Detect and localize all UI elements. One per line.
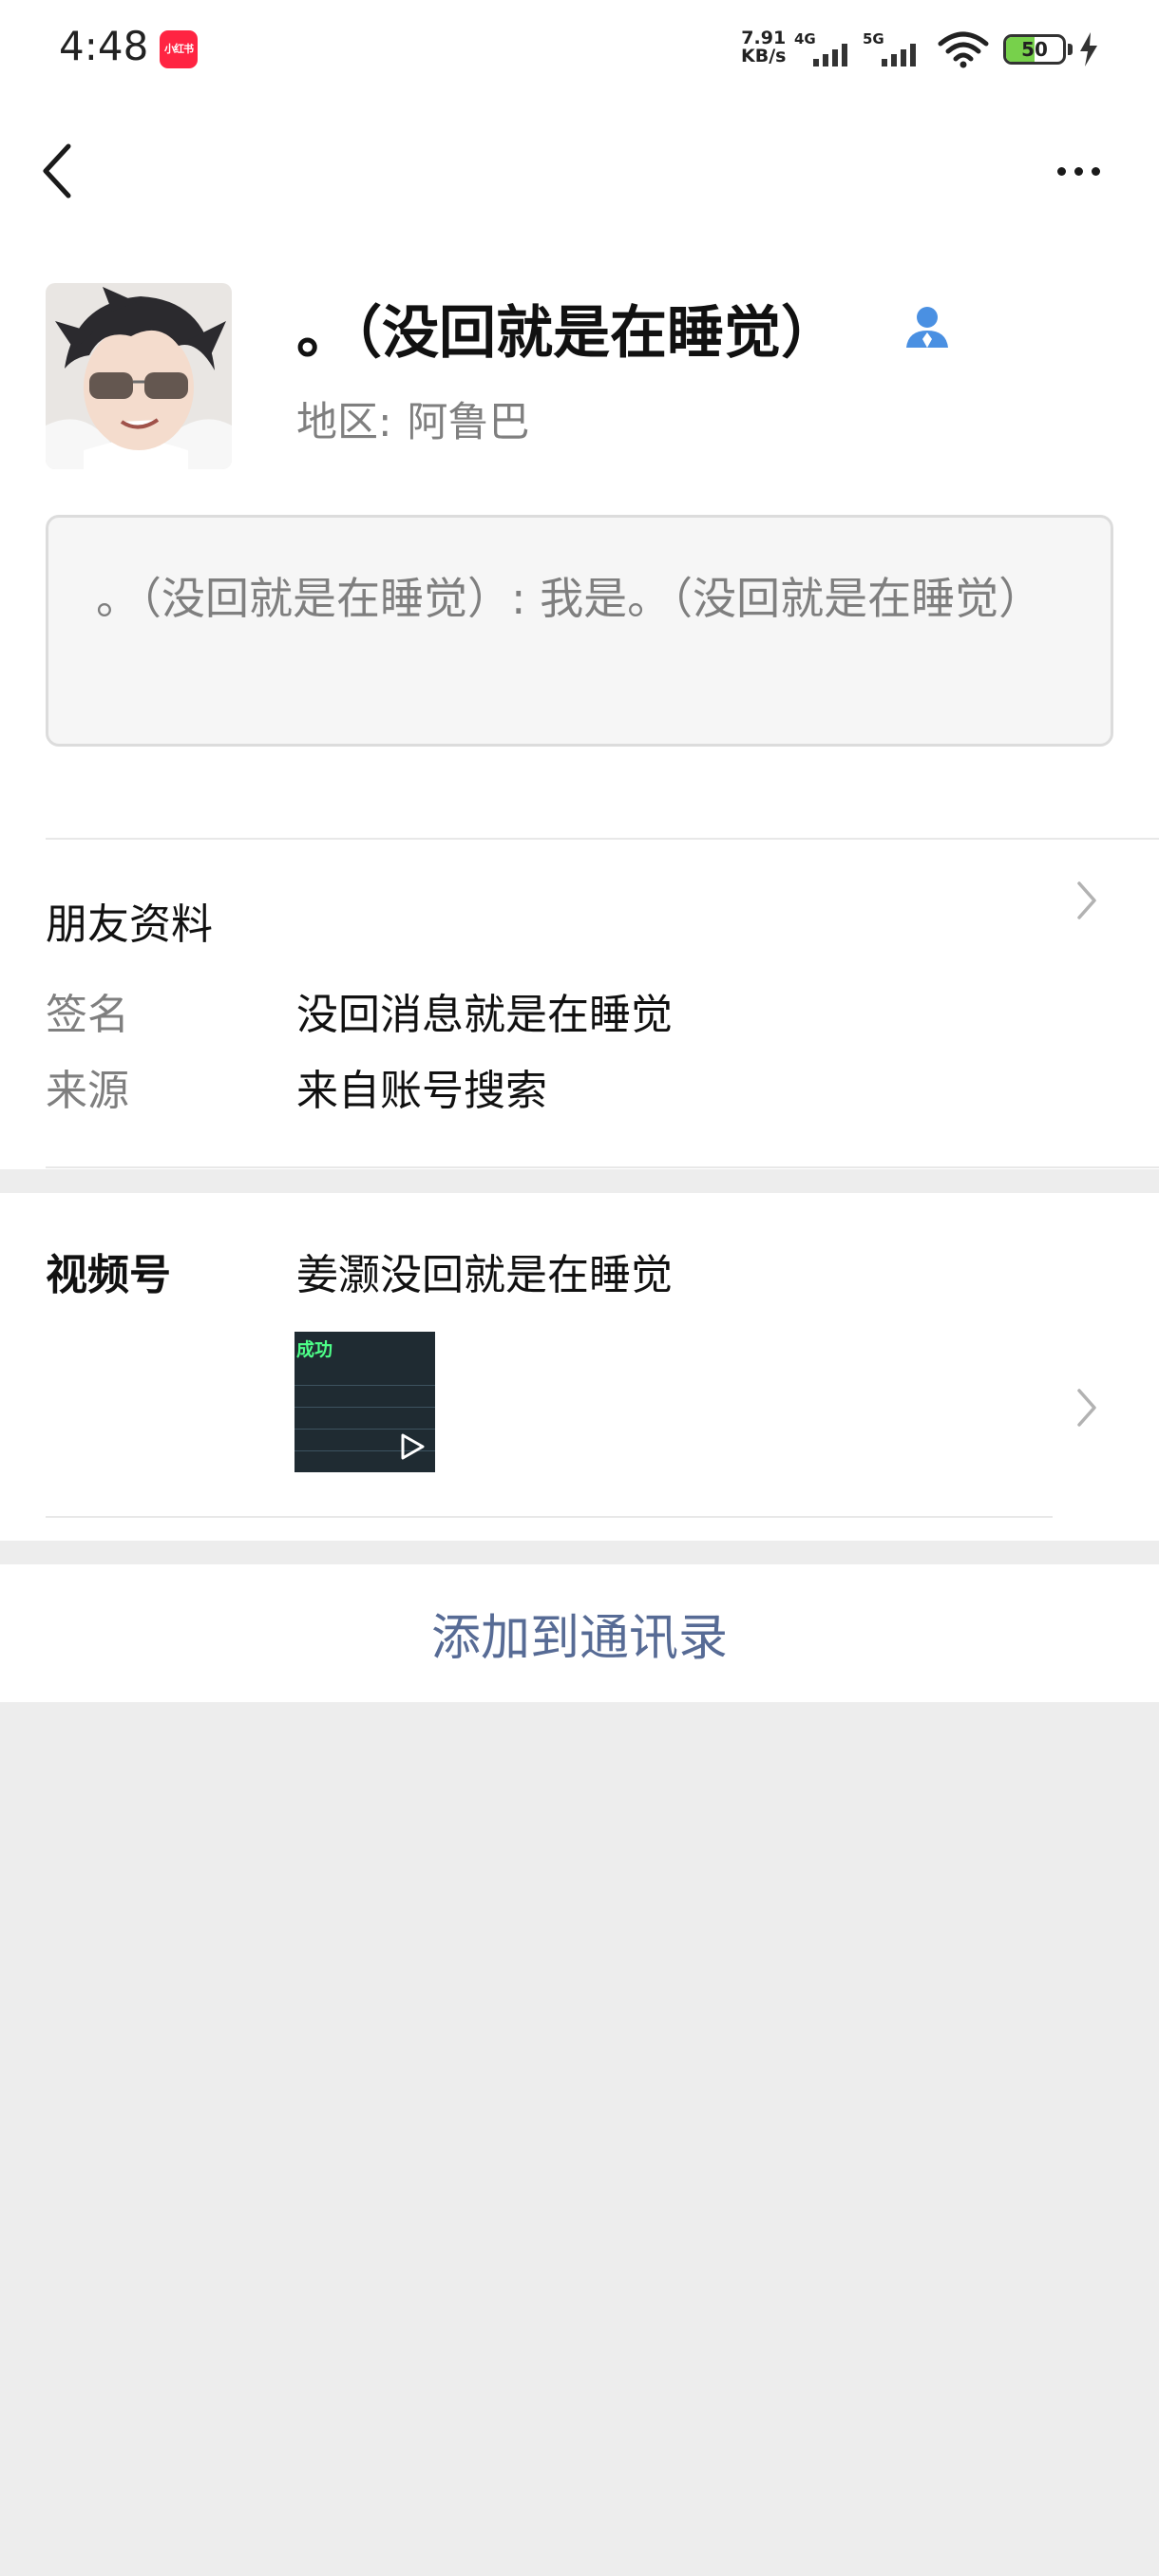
contact-region: 地区: 阿鲁巴 [296,389,530,448]
wifi-icon [938,31,989,68]
friend-request-text: 。（没回就是在睡觉）: 我是。（没回就是在睡觉） [96,573,1043,624]
thumbnail-title: 成功 [296,1339,333,1360]
battery-icon: 50 [1003,34,1066,65]
contact-nickname: 。（没回就是在睡觉） [296,300,838,367]
channels-label: 视频号 [46,1251,171,1299]
contact-profile-page: 4:48 小红书 7.91 KB/s 4G 5G 50 。（没回就是在睡觉） 地… [0,0,1159,2576]
signature-value: 没回消息就是在睡觉 [296,991,673,1039]
channels-video-thumbnail[interactable]: 成功 [294,1332,435,1472]
network-speed-unit: KB/s [741,46,787,66]
more-dots-icon [1056,166,1066,176]
avatar-image [46,283,232,469]
charging-bolt-icon [1080,32,1097,66]
section-divider [46,1516,1053,1518]
source-label: 来源 [46,1067,129,1115]
section-divider [46,1166,1159,1168]
source-value: 来自账号搜索 [296,1067,547,1115]
channels-row[interactable]: 视频号 姜灏没回就是在睡觉 成功 [0,1193,1159,1541]
channels-name: 姜灏没回就是在睡觉 [296,1251,673,1299]
region-value: 阿鲁巴 [407,399,530,446]
network-speed: 7.91 KB/s [741,29,786,66]
friend-info-title: 朋友资料 [46,900,213,949]
cell-signal-icon-2 [882,42,916,66]
play-icon [401,1433,425,1460]
battery-tip [1068,44,1073,55]
section-gap [0,1169,1159,1193]
avatar[interactable] [46,283,232,469]
signature-label: 签名 [46,991,129,1039]
status-time: 4:48 [59,23,149,69]
section-divider [46,838,1159,840]
chevron-left-icon [43,143,71,199]
battery-percent: 50 [1021,38,1048,61]
friend-request-message: 。（没回就是在睡觉）: 我是。（没回就是在睡觉） [46,515,1113,747]
cell-signal-icon-1 [813,42,847,66]
back-button[interactable] [28,133,86,209]
more-options-button[interactable] [1040,142,1116,199]
region-label: 地区: [296,399,392,446]
person-badge-icon [906,307,948,348]
status-bar: 4:48 小红书 7.91 KB/s 4G 5G 50 [0,0,1159,95]
add-to-contacts-button[interactable]: 添加到通讯录 [0,1541,1159,1702]
chevron-right-icon [1077,1389,1096,1427]
xiaohongshu-notification-icon: 小红书 [160,30,198,68]
chevron-right-icon [1077,881,1096,919]
